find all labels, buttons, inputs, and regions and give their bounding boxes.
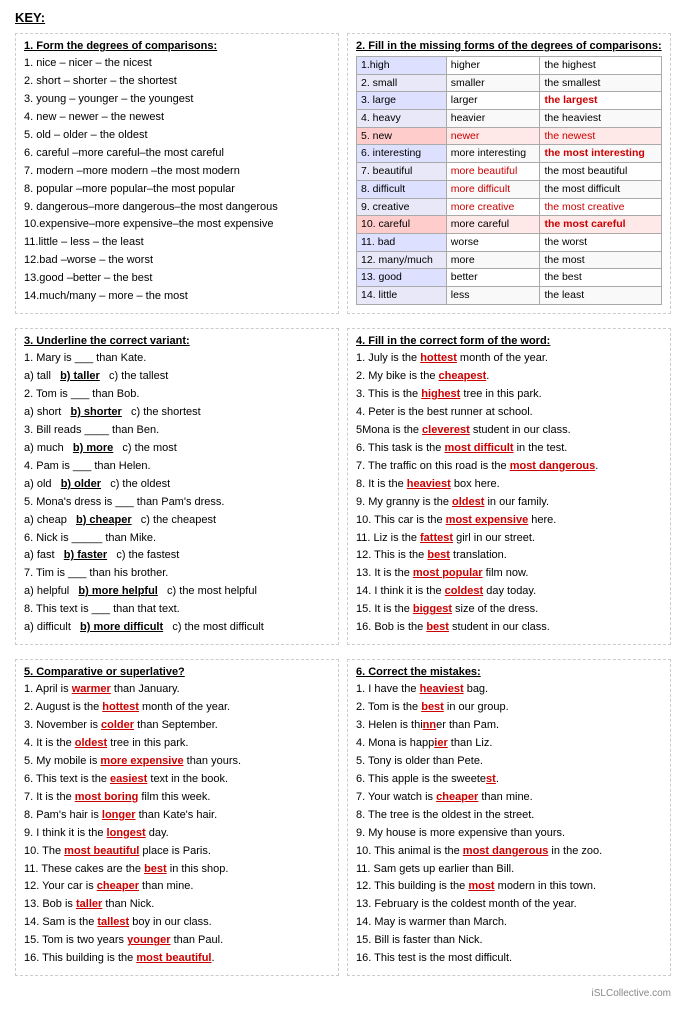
table-row: 10. careful more careful the most carefu… bbox=[357, 216, 662, 234]
section-6: 6. Correct the mistakes: 1. I have the h… bbox=[347, 659, 671, 976]
section-3: 3. Underline the correct variant: 1. Mar… bbox=[15, 328, 339, 645]
key-title: KEY: bbox=[15, 10, 671, 25]
table-row: 12. many/much more the most bbox=[357, 251, 662, 269]
section-1-title: 1. Form the degrees of comparisons: bbox=[24, 40, 330, 52]
table-row: 6. interesting more interesting the most… bbox=[357, 145, 662, 163]
table-row: 4. heavy heavier the heaviest bbox=[357, 110, 662, 128]
footer: iSLCollective.com bbox=[15, 988, 671, 999]
table-row: 5. new newer the newest bbox=[357, 127, 662, 145]
section-4: 4. Fill in the correct form of the word:… bbox=[347, 328, 671, 645]
table-row: 7. beautiful more beautiful the most bea… bbox=[357, 163, 662, 181]
table-row: 2. small smaller the smallest bbox=[357, 74, 662, 92]
table-row: 11. bad worse the worst bbox=[357, 233, 662, 251]
section-5: 5. Comparative or superlative? 1. April … bbox=[15, 659, 339, 976]
section-3-title: 3. Underline the correct variant: bbox=[24, 335, 330, 347]
section-2: 2. Fill in the missing forms of the degr… bbox=[347, 33, 671, 314]
section-1-list: 1. nice – nicer – the nicest 2. short – … bbox=[24, 56, 330, 305]
section-5-title: 5. Comparative or superlative? bbox=[24, 666, 330, 678]
table-row: 8. difficult more difficult the most dif… bbox=[357, 180, 662, 198]
table-row: 3. large larger the largest bbox=[357, 92, 662, 110]
comparisons-table: 1.high higher the highest 2. small small… bbox=[356, 56, 662, 305]
table-row: 14. little less the least bbox=[357, 286, 662, 304]
section-4-title: 4. Fill in the correct form of the word: bbox=[356, 335, 662, 347]
table-row: 13. good better the best bbox=[357, 269, 662, 287]
section-6-title: 6. Correct the mistakes: bbox=[356, 666, 662, 678]
section-1: 1. Form the degrees of comparisons: 1. n… bbox=[15, 33, 339, 314]
table-row: 9. creative more creative the most creat… bbox=[357, 198, 662, 216]
section-2-title: 2. Fill in the missing forms of the degr… bbox=[356, 40, 662, 52]
table-row: 1.high higher the highest bbox=[357, 57, 662, 75]
